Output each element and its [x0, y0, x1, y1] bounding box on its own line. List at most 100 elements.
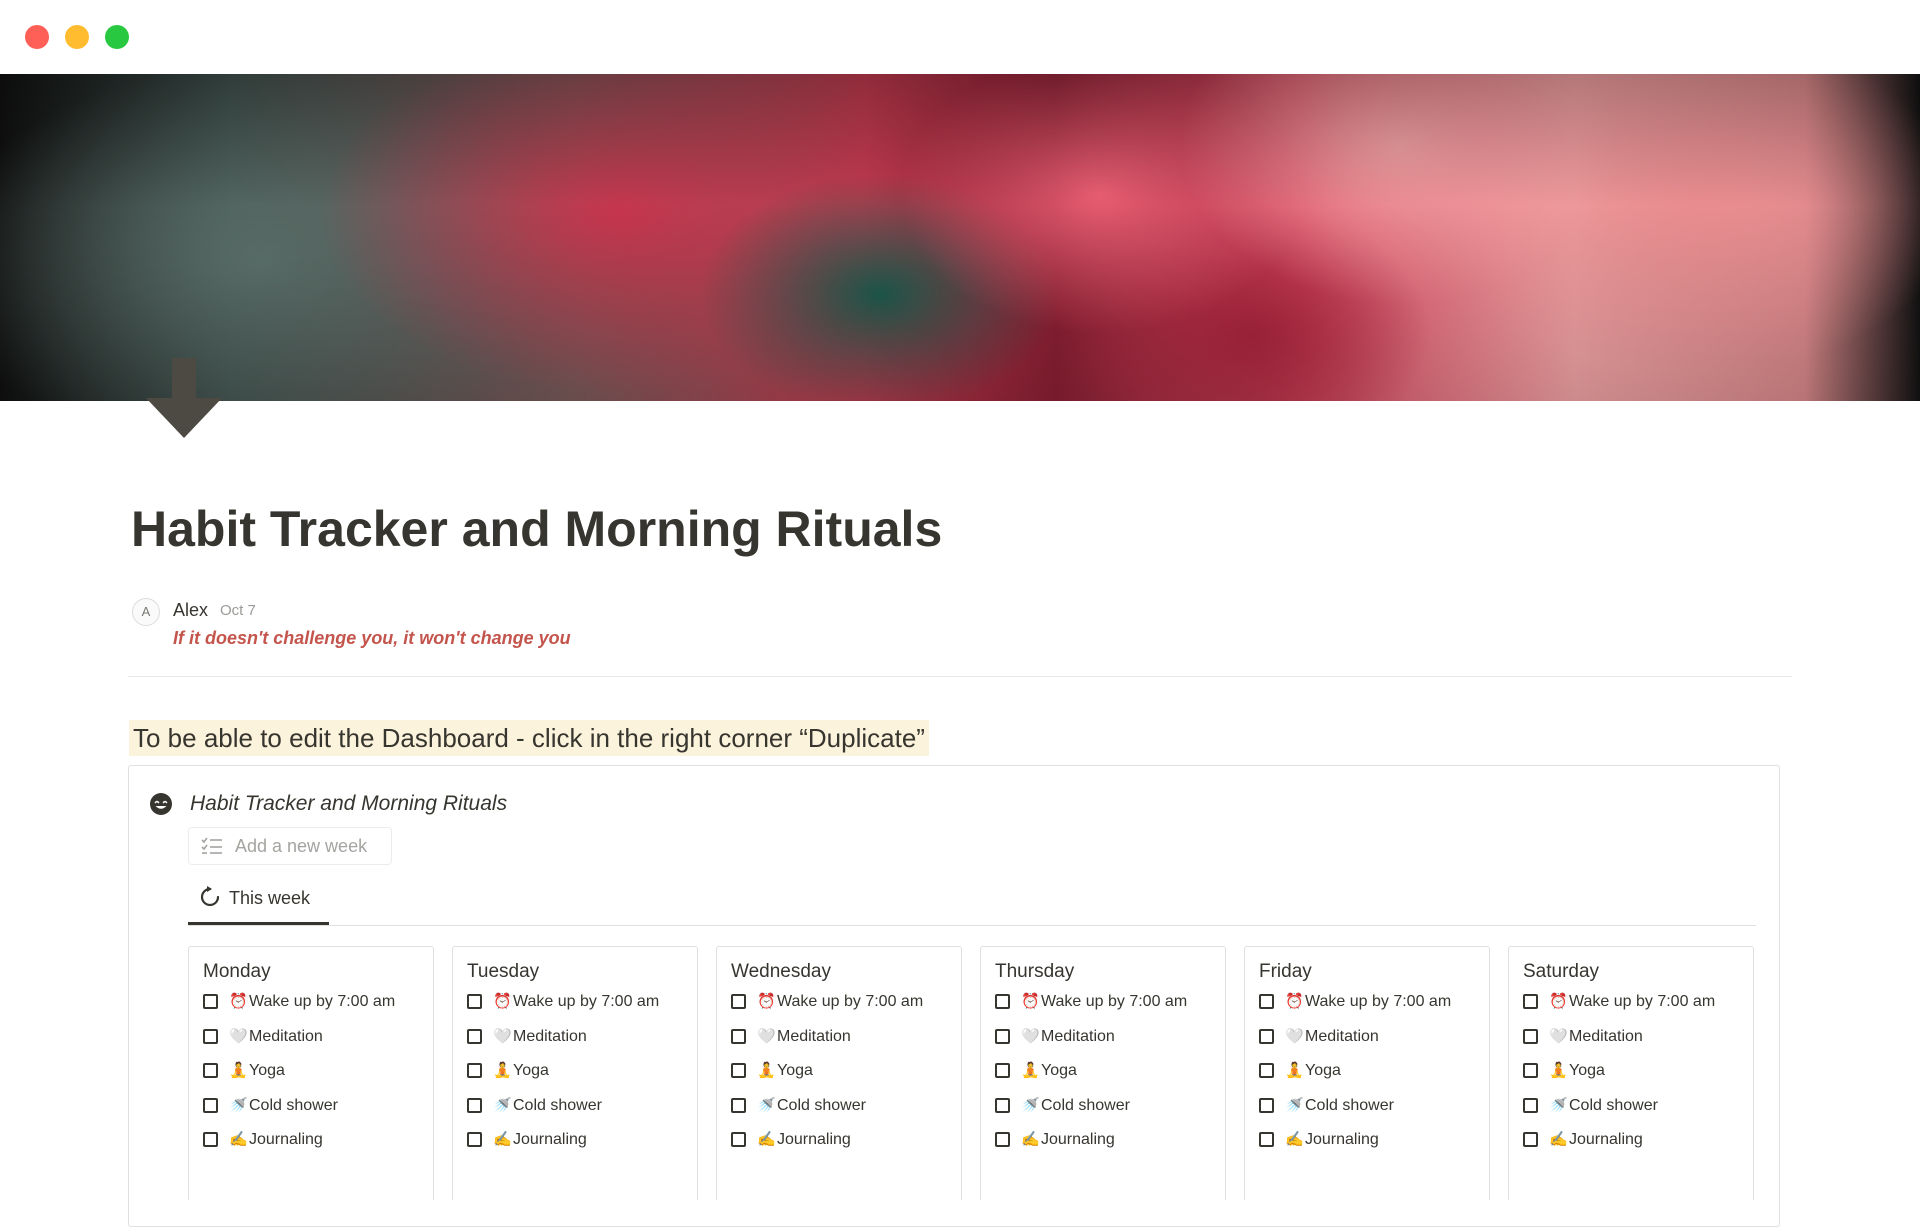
habit-checkbox[interactable]: [995, 1028, 1010, 1044]
habit-checkbox[interactable]: [1523, 1132, 1538, 1147]
habit-label: Journaling: [513, 1131, 587, 1148]
zoom-window-button[interactable]: [105, 25, 129, 49]
habit-item: 🧘 Yoga: [731, 1060, 957, 1082]
habit-item: 🧘 Yoga: [1523, 1060, 1749, 1082]
day-name: Saturday: [1523, 961, 1600, 982]
habit-emoji-icon: 🤍: [1549, 1027, 1568, 1045]
minimize-window-button[interactable]: [65, 25, 89, 49]
habit-label: Wake up by 7:00 am: [513, 993, 660, 1010]
add-new-week-label: Add a new week: [235, 836, 368, 856]
habit-checkbox[interactable]: [995, 1132, 1010, 1147]
day-name: Monday: [203, 961, 271, 982]
habit-checkbox[interactable]: [731, 994, 746, 1009]
add-new-week-button[interactable]: Add a new week: [188, 827, 392, 865]
habit-checkbox[interactable]: [1259, 1028, 1274, 1044]
habit-checkbox[interactable]: [1259, 1097, 1274, 1113]
habit-label: Meditation: [1305, 1027, 1379, 1045]
day-name: Tuesday: [467, 961, 540, 982]
habit-label: Cold shower: [1305, 1096, 1394, 1114]
habit-emoji-icon: 🚿: [1549, 1096, 1568, 1114]
habit-item: 🧘 Yoga: [203, 1060, 429, 1082]
habit-checkbox[interactable]: [1259, 1132, 1274, 1147]
habit-emoji-icon: 🤍: [229, 1027, 248, 1045]
tab-label: This week: [229, 888, 311, 908]
habit-label: Cold shower: [1041, 1096, 1130, 1114]
habit-checkbox[interactable]: [467, 1063, 482, 1078]
habit-emoji-icon: 🤍: [1021, 1027, 1040, 1045]
habit-emoji-icon: 🚿: [757, 1096, 776, 1114]
habit-checkbox[interactable]: [1523, 1063, 1538, 1078]
page-cover-image: [0, 74, 1920, 401]
habit-checkbox[interactable]: [995, 994, 1010, 1009]
habit-emoji-icon: 🚿: [1285, 1096, 1304, 1114]
habit-checkbox[interactable]: [1259, 1063, 1274, 1078]
habit-item: 🚿 Cold shower: [467, 1095, 693, 1117]
habit-label: Meditation: [777, 1027, 851, 1045]
habit-item: 🚿 Cold shower: [995, 1095, 1221, 1117]
habit-emoji-icon: ✍️: [1285, 1131, 1304, 1148]
quote-text: If it doesn't challenge you, it won't ch…: [173, 628, 571, 648]
duplicate-notice: To be able to edit the Dashboard - click…: [129, 720, 929, 756]
habit-emoji-icon: ✍️: [1549, 1131, 1568, 1148]
habit-emoji-icon: ⏰: [493, 993, 512, 1010]
habit-checkbox[interactable]: [1259, 994, 1274, 1009]
habit-checkbox[interactable]: [731, 1028, 746, 1044]
habit-checkbox[interactable]: [731, 1132, 746, 1147]
habit-checkbox[interactable]: [1523, 994, 1538, 1009]
habit-emoji-icon: 🧘: [1285, 1062, 1304, 1079]
habit-emoji-icon: 🤍: [493, 1027, 512, 1045]
habit-checkbox[interactable]: [467, 1028, 482, 1044]
habit-label: Journaling: [1041, 1131, 1115, 1148]
habit-checkbox[interactable]: [467, 1097, 482, 1113]
author-avatar[interactable]: A: [132, 598, 160, 626]
habit-checkbox[interactable]: [203, 1097, 218, 1113]
habit-item: 🤍 Meditation: [467, 1026, 693, 1048]
habit-emoji-icon: 🚿: [229, 1096, 248, 1114]
habit-item: ⏰ Wake up by 7:00 am: [203, 991, 429, 1013]
habit-item: ✍️ Journaling: [467, 1129, 693, 1151]
habit-checkbox[interactable]: [203, 1063, 218, 1078]
habit-item: 🧘 Yoga: [1259, 1060, 1485, 1082]
tab-this-week[interactable]: This week: [188, 882, 329, 926]
tabs-divider: [188, 925, 1756, 926]
habit-checkbox[interactable]: [1523, 1028, 1538, 1044]
down-arrow-icon[interactable]: [146, 358, 222, 438]
habit-emoji-icon: ⏰: [757, 993, 776, 1010]
habit-item: ✍️ Journaling: [995, 1129, 1221, 1151]
habit-label: Yoga: [1569, 1062, 1605, 1079]
habit-label: Meditation: [1041, 1027, 1115, 1045]
habit-item: ✍️ Journaling: [731, 1129, 957, 1151]
habit-label: Wake up by 7:00 am: [249, 993, 396, 1010]
habit-label: Yoga: [249, 1062, 285, 1079]
page-title: Habit Tracker and Morning Rituals: [131, 501, 943, 557]
habit-checkbox[interactable]: [203, 1028, 218, 1044]
habit-label: Meditation: [249, 1027, 323, 1045]
habit-emoji-icon: 🧘: [757, 1062, 776, 1079]
habit-label: Cold shower: [513, 1096, 602, 1114]
habit-emoji-icon: ⏰: [1285, 993, 1304, 1010]
habit-checkbox[interactable]: [731, 1063, 746, 1078]
habit-item: 🤍 Meditation: [731, 1026, 957, 1048]
habit-item: ⏰ Wake up by 7:00 am: [995, 991, 1221, 1013]
habit-emoji-icon: ⏰: [229, 993, 248, 1010]
habit-item: 🤍 Meditation: [995, 1026, 1221, 1048]
habit-checkbox[interactable]: [203, 1132, 218, 1147]
habit-checkbox[interactable]: [467, 1132, 482, 1147]
habit-emoji-icon: ✍️: [229, 1131, 248, 1148]
day-name: Wednesday: [731, 961, 831, 982]
habit-checkbox[interactable]: [1523, 1097, 1538, 1113]
habit-label: Meditation: [1569, 1027, 1643, 1045]
author-name[interactable]: Alex: [173, 600, 208, 621]
habit-label: Journaling: [1305, 1131, 1379, 1148]
habit-checkbox[interactable]: [203, 994, 218, 1009]
habit-item: 🚿 Cold shower: [731, 1095, 957, 1117]
habit-checkbox[interactable]: [995, 1063, 1010, 1078]
habit-checkbox[interactable]: [731, 1097, 746, 1113]
close-window-button[interactable]: [25, 25, 49, 49]
habit-label: Wake up by 7:00 am: [1569, 993, 1716, 1010]
habit-item: 🚿 Cold shower: [203, 1095, 429, 1117]
habit-checkbox[interactable]: [995, 1097, 1010, 1113]
habit-checkbox[interactable]: [467, 994, 482, 1009]
post-date: Oct 7: [220, 602, 256, 619]
day-card-saturday: Saturday ⏰ Wake up by 7:00 am 🤍 Meditation 🧘 Y…: [1508, 946, 1754, 1200]
